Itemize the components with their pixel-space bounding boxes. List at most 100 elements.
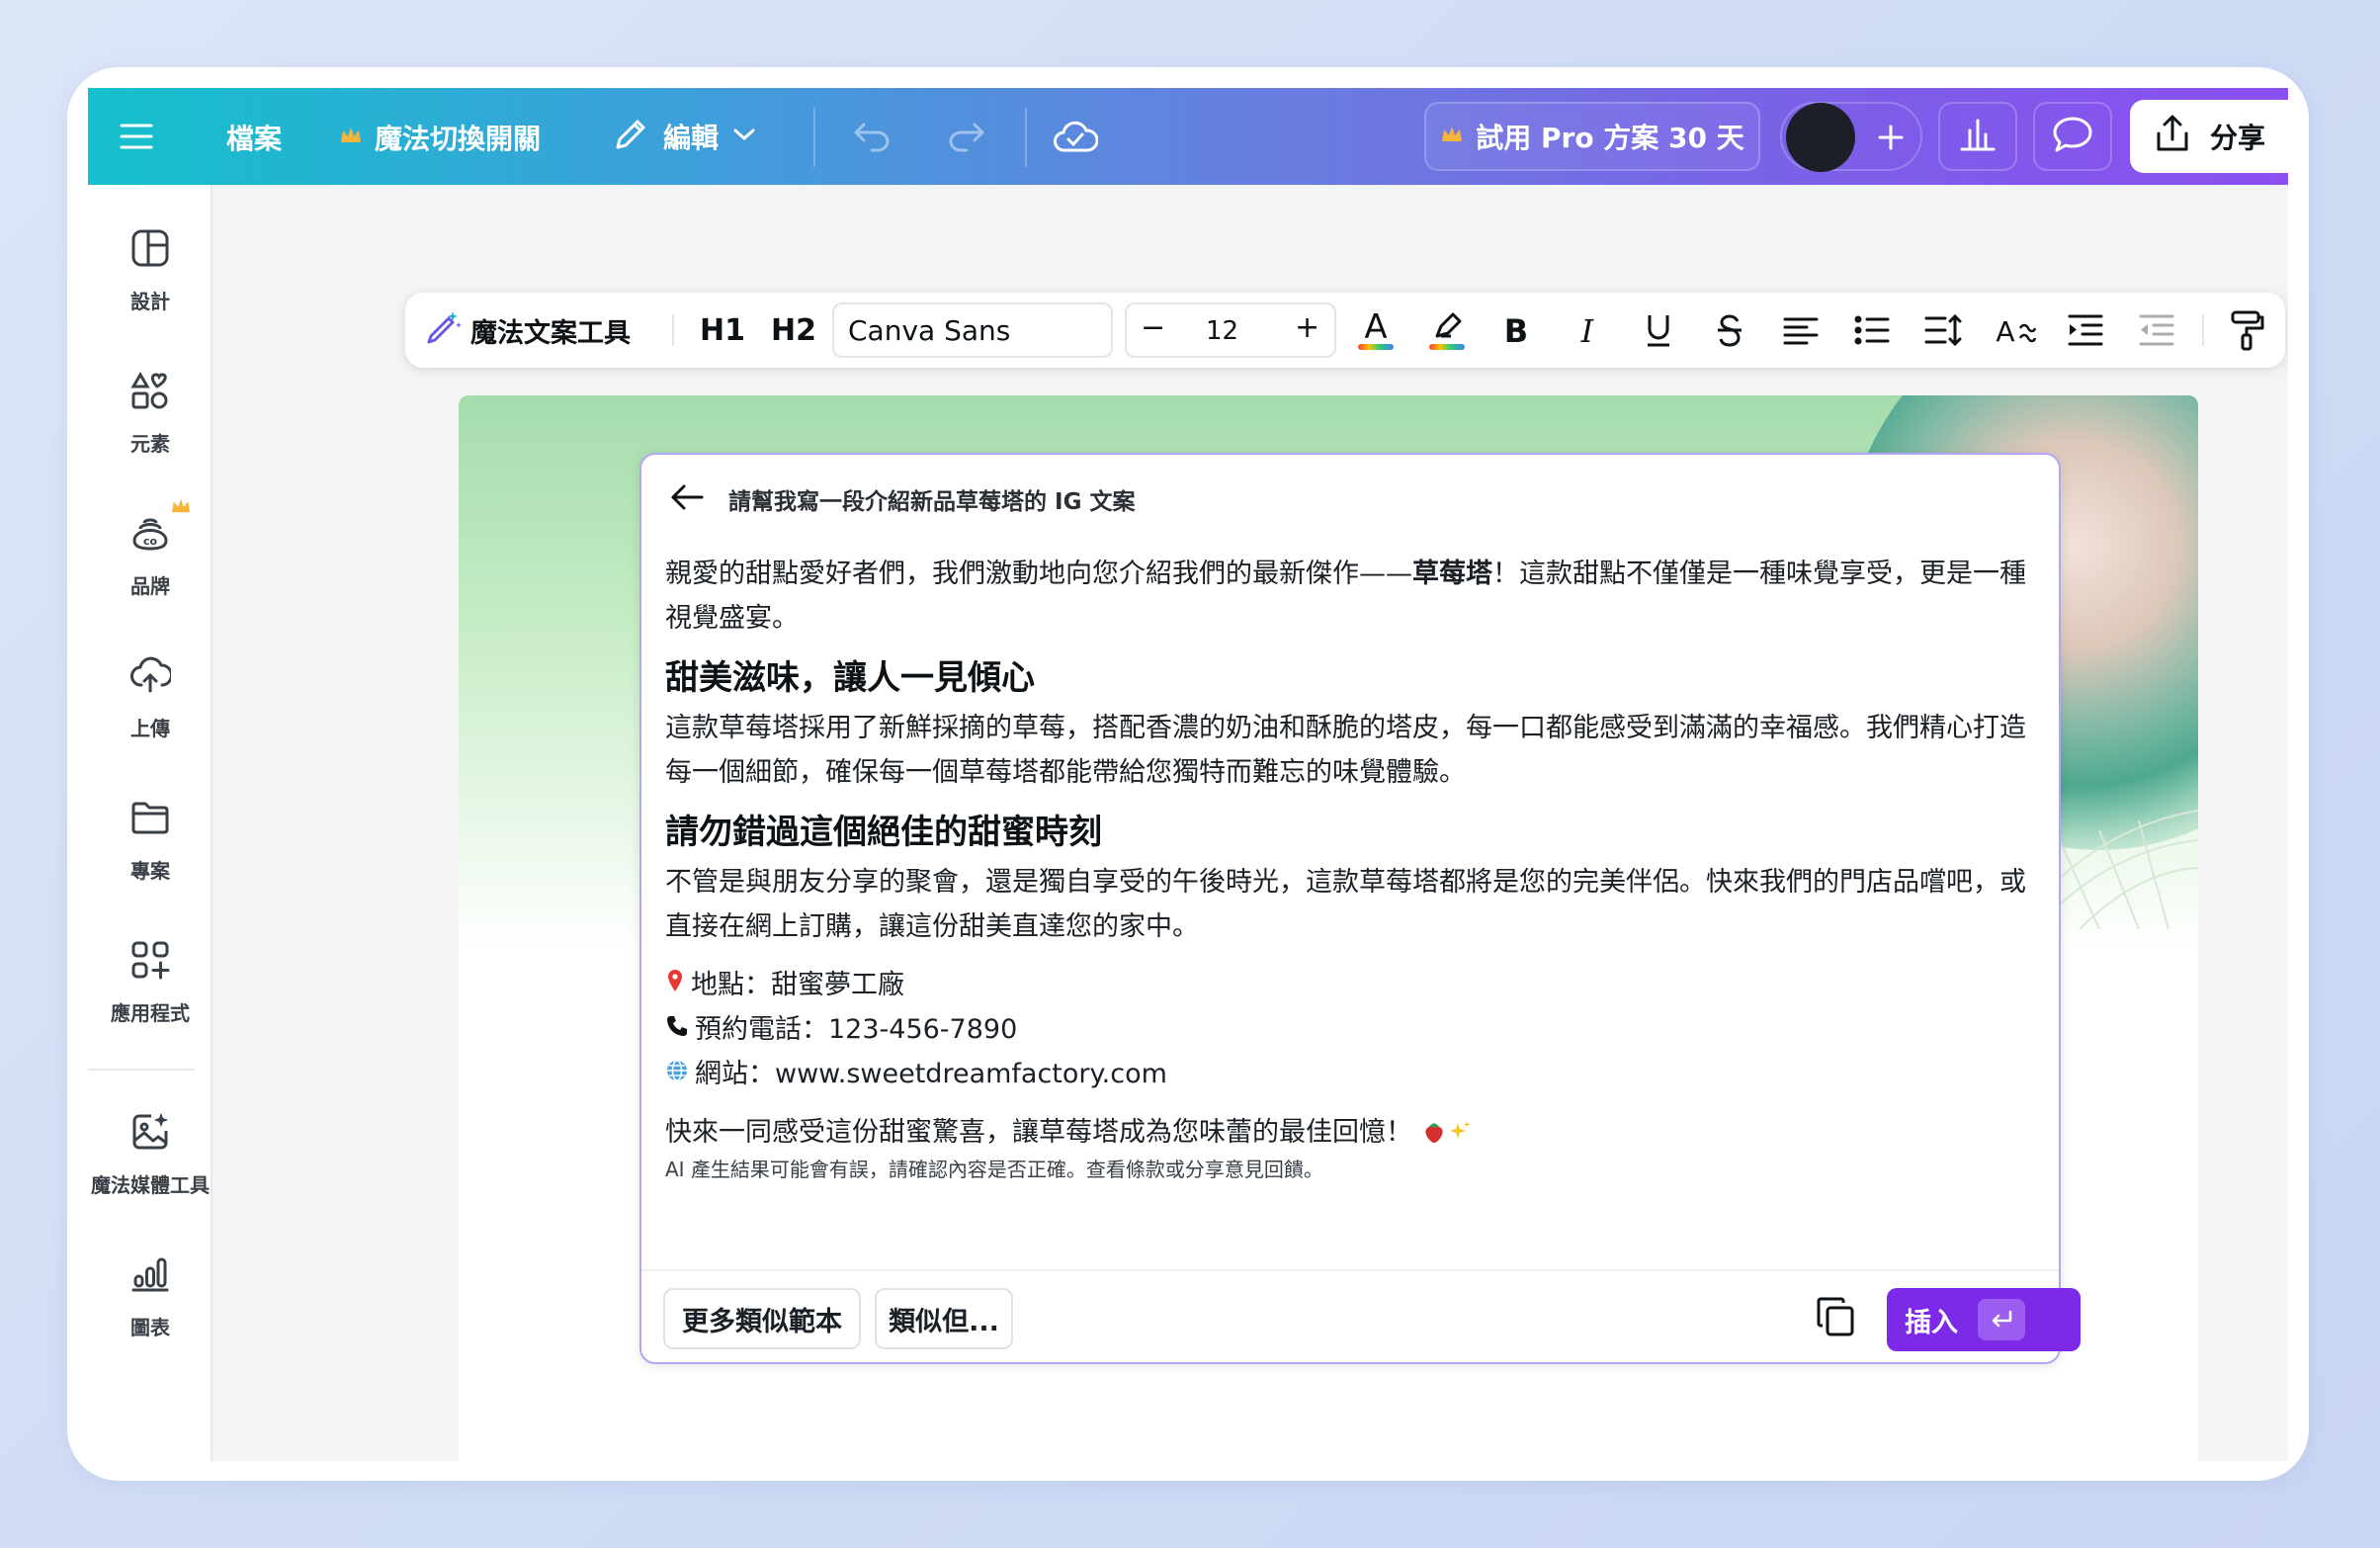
share-button[interactable]: 分享 <box>2130 100 2288 173</box>
bold-icon[interactable]: B <box>1492 306 1540 354</box>
font-size-input[interactable]: 12 <box>1206 316 1238 346</box>
font-size-stepper: − 12 + <box>1125 302 1336 358</box>
add-collaborator-icon[interactable] <box>1869 116 1912 159</box>
paint-roller-icon[interactable] <box>2224 306 2271 354</box>
pin-icon <box>665 963 685 1007</box>
decrease-font-size-button[interactable]: − <box>1141 310 1165 345</box>
intro-paragraph: 親愛的甜點愛好者們，我們激動地向您介紹我們的最新傑作——草莓塔！這款甜點不僅僅是… <box>665 552 2039 641</box>
svg-text:co: co <box>143 535 158 548</box>
copy-icon[interactable] <box>1816 1296 1861 1341</box>
file-menu-button[interactable]: 檔案 <box>226 118 282 157</box>
sparkles-icon <box>1447 1117 1473 1148</box>
magic-write-label: 魔法文案工具 <box>470 317 631 349</box>
prompt-title: 請幫我寫一段介紹新品草莓塔的 IG 文案 <box>728 489 1136 515</box>
closing-paragraph: 快來一同感受這份甜蜜驚喜，讓草莓塔成為您味蕾的最佳回憶！ <box>665 1110 2039 1155</box>
sidebar-item-magic-media[interactable]: 魔法媒體工具 <box>88 1098 212 1217</box>
section-heading: 甜美滋味，讓人一見傾心 <box>665 658 1035 698</box>
insights-button[interactable] <box>1938 102 2017 171</box>
underline-icon[interactable] <box>1635 306 1682 354</box>
top-bar: 檔案 魔法切換開關 編輯 試用 Pro 方案 30 天 分享 <box>88 88 2288 185</box>
magic-switch-button[interactable]: 魔法切換開關 <box>339 118 541 157</box>
website-text: 網站：www.sweetdreamfactory.com <box>695 1059 1167 1089</box>
layout-icon <box>127 224 174 272</box>
sidebar-item-elements[interactable]: 元素 <box>88 357 212 475</box>
similar-but-button[interactable]: 類似但... <box>875 1288 1013 1349</box>
chevron-down-icon <box>732 127 756 146</box>
highlight-color-icon[interactable] <box>1423 306 1471 354</box>
shapes-icon <box>127 367 174 414</box>
ai-disclaimer: AI 產生結果可能會有誤，請確認內容是否正確。查看條款或分享意見回饋。 <box>665 1158 1323 1181</box>
body-paragraph: 這款草莓塔採用了新鮮採摘的草莓，搭配香濃的奶油和酥脆的塔皮，每一口都能感受到滿滿… <box>665 713 2026 788</box>
bullet-list-icon[interactable] <box>1848 306 1896 354</box>
magic-write-button[interactable]: 魔法文案工具 <box>423 306 631 354</box>
crown-icon <box>339 126 363 149</box>
indent-increase-icon[interactable] <box>2062 306 2109 354</box>
magic-wand-icon <box>423 308 463 352</box>
comment-icon <box>2052 116 2093 157</box>
pencil-icon <box>612 116 649 157</box>
text-effects-icon[interactable]: A <box>1991 306 2038 354</box>
chart-icon <box>127 1250 174 1298</box>
line-spacing-icon[interactable] <box>1919 306 1967 354</box>
italic-icon[interactable]: I <box>1564 306 1611 354</box>
phone-line: 預約電話：123-456-7890 <box>665 1007 2039 1052</box>
toolbar-divider <box>672 314 674 346</box>
intro-text: 親愛的甜點愛好者們，我們激動地向您介紹我們的最新傑作—— <box>665 559 1412 589</box>
increase-font-size-button[interactable]: + <box>1295 310 1319 345</box>
sidebar-item-label: 魔法媒體工具 <box>91 1173 210 1197</box>
text-color-icon[interactable]: A <box>1352 306 1400 354</box>
sidebar-item-label: 設計 <box>130 290 170 313</box>
align-left-icon[interactable] <box>1777 306 1825 354</box>
sidebar-item-apps[interactable]: 應用程式 <box>88 926 212 1045</box>
sidebar-item-charts[interactable]: 圖表 <box>88 1241 212 1359</box>
left-sidebar: 設計 元素 co 品牌 上傳 專案 應用程式 魔法媒體工具 圖表 <box>88 185 212 1461</box>
product-name: 草莓塔 <box>1412 559 1492 589</box>
sidebar-item-brand[interactable]: co 品牌 <box>88 498 212 618</box>
magic-media-icon <box>127 1108 174 1156</box>
insert-button[interactable]: 插入 <box>1887 1288 2081 1351</box>
topbar-divider <box>1025 108 1027 167</box>
footer-divider <box>641 1269 2059 1271</box>
generated-text: 親愛的甜點愛好者們，我們激動地向您介紹我們的最新傑作——草莓塔！這款甜點不僅僅是… <box>665 552 2039 1184</box>
heading1-button[interactable]: H1 <box>700 306 745 354</box>
back-arrow-icon[interactable] <box>669 482 705 516</box>
folder-icon <box>127 794 174 841</box>
sidebar-item-uploads[interactable]: 上傳 <box>88 642 212 760</box>
brand-icon: co <box>127 498 190 557</box>
sidebar-item-design[interactable]: 設計 <box>88 215 212 333</box>
sidebar-item-label: 元素 <box>130 432 170 456</box>
crown-icon <box>170 497 192 519</box>
share-label: 分享 <box>2209 122 2265 154</box>
sidebar-item-label: 專案 <box>130 859 170 883</box>
canva-editor: 檔案 魔法切換開關 編輯 試用 Pro 方案 30 天 分享 設計 元素 co … <box>88 88 2288 1461</box>
app-window: 檔案 魔法切換開關 編輯 試用 Pro 方案 30 天 分享 設計 元素 co … <box>67 67 2309 1481</box>
upload-share-icon <box>2153 114 2192 160</box>
enter-key-icon <box>1978 1299 2025 1340</box>
indent-decrease-icon[interactable] <box>2133 306 2180 354</box>
edit-label: 編輯 <box>663 122 720 154</box>
svg-text:A: A <box>1364 308 1387 347</box>
strikethrough-icon[interactable] <box>1706 306 1753 354</box>
font-family-select[interactable]: Canva Sans <box>832 302 1113 358</box>
undo-icon[interactable] <box>849 114 894 159</box>
body-paragraph: 不管是與朋友分享的聚會，還是獨自享受的午後時光，這款草莓塔都將是您的完美伴侶。快… <box>665 867 2026 942</box>
more-examples-button[interactable]: 更多類似範本 <box>663 1288 861 1349</box>
sidebar-item-projects[interactable]: 專案 <box>88 784 212 903</box>
location-text: 地點：甜蜜夢工廠 <box>691 970 904 1000</box>
comments-button[interactable] <box>2033 102 2112 171</box>
menu-icon[interactable] <box>114 114 159 159</box>
website-line: 網站：www.sweetdreamfactory.com <box>665 1052 2039 1096</box>
globe-icon <box>665 1052 689 1096</box>
magic-switch-label: 魔法切換開關 <box>375 123 542 155</box>
cloud-saved-icon[interactable] <box>1049 110 1102 163</box>
avatar[interactable] <box>1786 103 1855 172</box>
toolbar-divider <box>2202 314 2204 346</box>
topbar-divider <box>813 108 815 167</box>
result-header: 請幫我寫一段介紹新品草莓塔的 IG 文案 <box>669 482 1135 516</box>
redo-icon[interactable] <box>944 114 989 159</box>
sidebar-divider <box>88 1069 195 1071</box>
heading2-button[interactable]: H2 <box>771 306 816 354</box>
sidebar-item-label: 圖表 <box>130 1316 170 1339</box>
try-pro-button[interactable]: 試用 Pro 方案 30 天 <box>1424 102 1760 171</box>
edit-menu-button[interactable]: 編輯 <box>612 110 756 163</box>
